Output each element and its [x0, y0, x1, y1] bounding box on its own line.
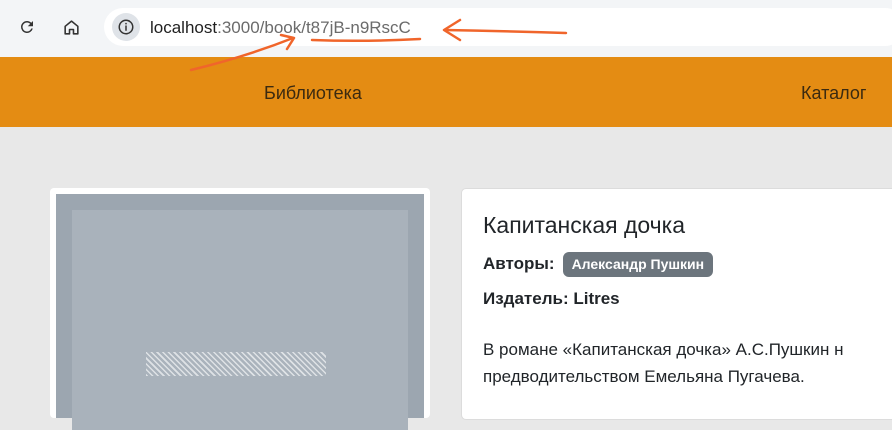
author-badge[interactable]: Александр Пушкин [562, 251, 714, 277]
authors-label: Авторы: [483, 254, 555, 273]
cover-inner-panel [72, 210, 408, 430]
site-header: Библиотека Каталог [0, 57, 892, 127]
publisher-label: Издатель: [483, 289, 569, 308]
description-line: В романе «Капитанская дочка» А.С.Пушкин … [483, 340, 844, 359]
url-text[interactable]: localhost:3000/book/t87jB-n9RscC [150, 18, 411, 38]
url-path: :3000/book/t87jB-n9RscC [217, 18, 411, 37]
browser-toolbar: localhost:3000/book/t87jB-n9RscC [0, 0, 892, 57]
url-host: localhost [150, 18, 218, 37]
book-cover-image [56, 194, 424, 430]
reload-icon [20, 20, 33, 33]
address-bar[interactable]: localhost:3000/book/t87jB-n9RscC [104, 8, 892, 46]
site-info-button[interactable] [112, 13, 140, 41]
description-line: предводительством Емельяна Пугачева. [483, 367, 805, 386]
nav-link-catalog[interactable]: Каталог [801, 83, 866, 103]
publisher-name: Litres [573, 289, 620, 308]
home-icon [63, 19, 79, 35]
publisher-row: Издатель: Litres [483, 288, 620, 310]
book-info-card: Капитанская дочка Авторы: Александр Пушки… [461, 188, 892, 420]
info-icon [118, 19, 134, 35]
book-title: Капитанская дочка [483, 212, 686, 238]
cover-stripe-block [146, 352, 326, 376]
book-description: В романе «Капитанская дочка» А.С.Пушкин … [483, 336, 883, 390]
home-button[interactable] [56, 12, 86, 42]
nav-link-library[interactable]: Библиотека [264, 83, 362, 103]
book-cover-card [50, 188, 430, 430]
authors-row: Авторы: Александр Пушкин [483, 251, 714, 277]
reload-button[interactable] [12, 12, 42, 42]
